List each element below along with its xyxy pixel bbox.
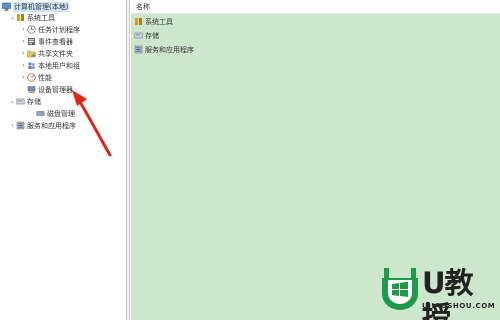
list-item-label: 系统工具: [145, 17, 173, 26]
storage-icon: [134, 31, 143, 40]
watermark-url: UJIAOSHOU.COM: [422, 302, 496, 310]
list-item-services-and-applications[interactable]: 服务和应用程序: [134, 44, 194, 55]
watermark-logo: U教授 UJIAOSHOU.COM: [376, 264, 498, 320]
u-logo-mark-icon: [382, 268, 418, 310]
column-header-label: 名称: [136, 2, 150, 11]
annotation-arrow: [72, 90, 112, 157]
list-item-system-tools[interactable]: 系统工具: [134, 16, 173, 27]
list-item-storage[interactable]: 存储: [134, 30, 159, 41]
tools-icon: [134, 17, 143, 26]
list-item-label: 存储: [145, 31, 159, 40]
column-header-name[interactable]: 名称: [131, 0, 500, 14]
watermark-title: U教授: [422, 266, 474, 320]
services-icon: [134, 45, 143, 54]
list-item-label: 服务和应用程序: [145, 45, 194, 54]
